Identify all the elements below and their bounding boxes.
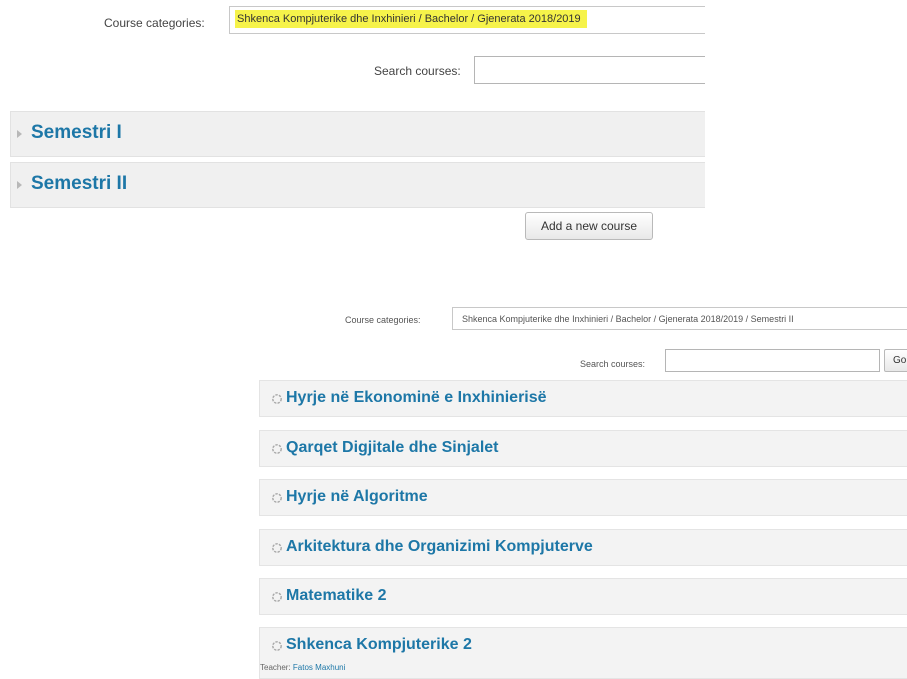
course-teacher: Teacher: Fatos Maxhuni (260, 663, 345, 672)
triangle-right-icon (17, 130, 22, 138)
course-row[interactable]: Arkitektura dhe Organizimi Kompjuterve (259, 529, 907, 566)
course-icon (272, 641, 282, 651)
search-courses-input[interactable] (665, 349, 880, 372)
top-course-panel: Course categories: Shkenca Kompjuterike … (0, 0, 705, 260)
bottom-course-panel: Course categories: Shkenca Kompjuterike … (0, 270, 907, 679)
course-categories-select[interactable]: Shkenca Kompjuterike dhe Inxhinieri / Ba… (229, 6, 705, 34)
course-title-link[interactable]: Hyrje në Ekonominë e Inxhinierisë (286, 389, 547, 407)
course-row[interactable]: Qarqet Digjitale dhe Sinjalet (259, 430, 907, 467)
course-categories-label: Course categories: (345, 315, 421, 325)
triangle-right-icon (17, 181, 22, 189)
course-title-link[interactable]: Qarqet Digjitale dhe Sinjalet (286, 439, 499, 457)
course-row[interactable]: Hyrje në Algoritme (259, 479, 907, 516)
search-courses-input[interactable] (474, 56, 705, 84)
course-icon (272, 543, 282, 553)
course-categories-label: Course categories: (104, 16, 205, 30)
course-title-link[interactable]: Arkitektura dhe Organizimi Kompjuterve (286, 538, 593, 556)
course-title-link[interactable]: Matematike 2 (286, 587, 387, 605)
category-row-semestri-2[interactable]: Semestri II (10, 162, 705, 208)
course-row[interactable]: Hyrje në Ekonominë e Inxhinierisë (259, 380, 907, 417)
course-icon (272, 592, 282, 602)
category-title[interactable]: Semestri II (31, 173, 127, 195)
teacher-name-link[interactable]: Fatos Maxhuni (293, 663, 345, 672)
course-categories-selected-value: Shkenca Kompjuterike dhe Inxhinieri / Ba… (235, 10, 587, 28)
add-new-course-button[interactable]: Add a new course (525, 212, 653, 240)
course-icon (272, 493, 282, 503)
course-icon (272, 394, 282, 404)
course-icon (272, 444, 282, 454)
course-title-link[interactable]: Hyrje në Algoritme (286, 488, 428, 506)
course-row[interactable]: Matematike 2 (259, 578, 907, 615)
course-categories-select[interactable]: Shkenca Kompjuterike dhe Inxhinieri / Ba… (452, 307, 907, 330)
go-button[interactable]: Go (884, 349, 907, 372)
search-courses-label: Search courses: (374, 64, 461, 78)
search-courses-label: Search courses: (580, 359, 646, 369)
category-title[interactable]: Semestri I (31, 122, 122, 144)
category-row-semestri-1[interactable]: Semestri I (10, 111, 705, 157)
course-title-link[interactable]: Shkenca Kompjuterike 2 (286, 636, 472, 654)
course-row[interactable]: Shkenca Kompjuterike 2 Teacher: Fatos Ma… (259, 627, 907, 679)
teacher-label: Teacher: (260, 663, 291, 672)
